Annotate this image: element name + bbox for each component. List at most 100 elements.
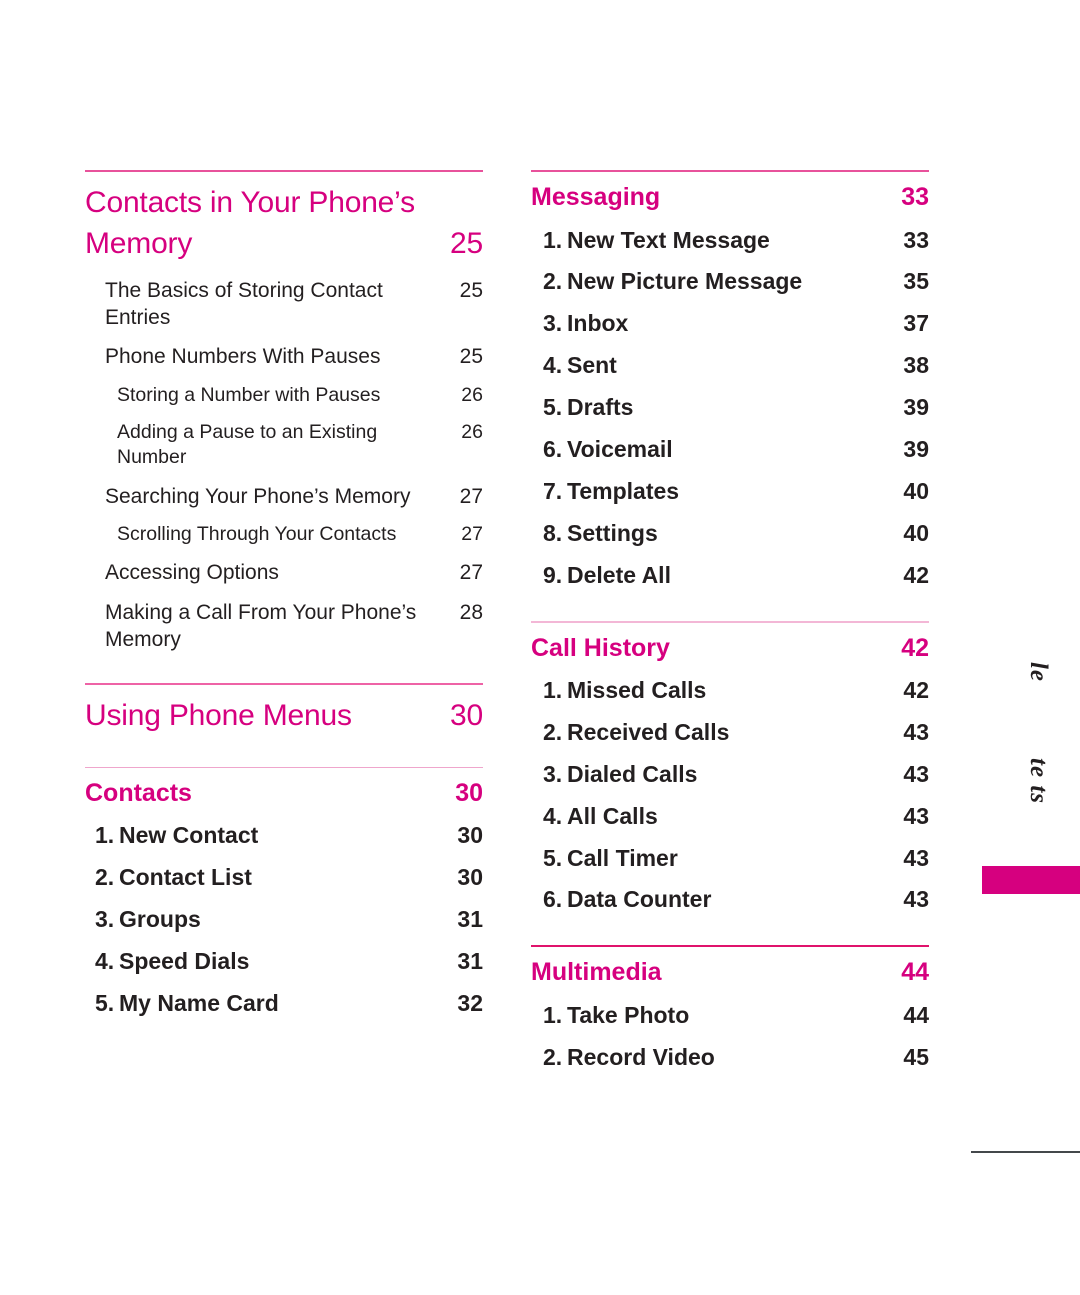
- toc-entry[interactable]: Accessing Options 27: [85, 559, 483, 586]
- toc-entry-page-number: 27: [461, 523, 483, 545]
- toc-entry-page-number: 26: [461, 383, 483, 406]
- toc-entry[interactable]: 4. Speed Dials 31: [85, 947, 483, 977]
- thumb-tab-label-lower: te ts: [1025, 758, 1052, 804]
- toc-entry-number: 3.: [543, 310, 563, 337]
- toc-entry-label: Searching Your Phone’s Memory: [105, 484, 411, 508]
- toc-entry-number: 5.: [543, 394, 563, 421]
- toc-entry-number: 1.: [95, 822, 115, 849]
- toc-entry-label: Scrolling Through Your Contacts: [117, 523, 397, 545]
- toc-entry-label: Making a Call From Your Phone’s Memory: [105, 600, 417, 651]
- toc-entry-number: 3.: [95, 905, 115, 932]
- toc-entry[interactable]: 1. New Contact 30: [85, 821, 483, 851]
- toc-entry[interactable]: 3. Inbox 37: [531, 309, 929, 339]
- toc-entry[interactable]: 2. Record Video 45: [531, 1043, 929, 1073]
- toc-entry[interactable]: 1. Missed Calls 42: [531, 676, 929, 706]
- toc-entry-page-number: 38: [903, 352, 929, 379]
- toc-entry-label: Adding a Pause to an Existing Number: [117, 421, 378, 469]
- toc-entry-text: Dialed Calls: [567, 760, 698, 787]
- toc-entry[interactable]: Adding a Pause to an Existing Number 26: [85, 420, 483, 471]
- toc-entry[interactable]: 1. New Text Message 33: [531, 226, 929, 256]
- toc-entry-page-number: 33: [903, 226, 929, 253]
- toc-entry-text: Templates: [567, 477, 680, 504]
- toc-entry-label: 5. My Name Card: [95, 989, 439, 1019]
- toc-entry-page-number: 40: [903, 519, 929, 546]
- chapter-page-number: 30: [450, 699, 483, 733]
- toc-entry-text: Voicemail: [567, 435, 673, 462]
- section-title: Call History: [531, 633, 670, 662]
- toc-entry-text: Delete All: [567, 561, 671, 588]
- toc-entry[interactable]: 7. Templates 40: [531, 477, 929, 507]
- toc-entry-text: Contact List: [119, 864, 252, 891]
- toc-entry-page-number: 31: [457, 947, 483, 974]
- section-page-number: 44: [901, 958, 929, 987]
- toc-entry[interactable]: 4. Sent 38: [531, 351, 929, 381]
- toc-entry-number: 2.: [543, 268, 563, 295]
- toc-entry[interactable]: 5. Drafts 39: [531, 393, 929, 423]
- toc-entry-number: 4.: [543, 802, 563, 829]
- toc-entry-text: All Calls: [567, 802, 658, 829]
- toc-entry-text: Inbox: [567, 310, 629, 337]
- toc-entry[interactable]: 4. All Calls 43: [531, 802, 929, 832]
- toc-entry-number: 5.: [543, 844, 563, 871]
- toc-group: Messaging 33 1. New Text Message 33 2. New Pic…: [531, 170, 929, 591]
- toc-entry-page-number: 43: [903, 844, 929, 871]
- toc-entry-page-number: 43: [903, 760, 929, 787]
- toc-entry-text: New Text Message: [567, 226, 770, 253]
- section-title: Multimedia: [531, 958, 662, 987]
- toc-entry-label: 2. Contact List: [95, 863, 439, 893]
- toc-entry-page-number: 39: [903, 394, 929, 421]
- toc-entry-number: 1.: [543, 226, 563, 253]
- toc-entry[interactable]: 9. Delete All 42: [531, 561, 929, 591]
- toc-entry-label: 3. Dialed Calls: [543, 760, 885, 790]
- toc-group: Using Phone Menus 30: [85, 683, 483, 736]
- toc-entry-page-number: 42: [903, 677, 929, 704]
- toc-entry[interactable]: 5. My Name Card 32: [85, 989, 483, 1019]
- toc-entry[interactable]: Searching Your Phone’s Memory 27: [85, 483, 483, 510]
- toc-entry[interactable]: Making a Call From Your Phone’s Memory 28: [85, 599, 483, 654]
- toc-entry[interactable]: 3. Dialed Calls 43: [531, 760, 929, 790]
- toc-entry-page-number: 43: [903, 886, 929, 913]
- toc-entry[interactable]: 5. Call Timer 43: [531, 844, 929, 874]
- toc-entry[interactable]: Scrolling Through Your Contacts 27: [85, 522, 483, 547]
- toc-entry-label: 6. Data Counter: [543, 885, 885, 915]
- toc-entry[interactable]: 6. Voicemail 39: [531, 435, 929, 465]
- toc-entry-page-number: 31: [457, 905, 483, 932]
- chapter-page-number: 25: [450, 227, 483, 261]
- toc-entry-page-number: 39: [903, 435, 929, 462]
- toc-entry-number: 5.: [95, 989, 115, 1016]
- section-title: Contacts: [85, 778, 192, 807]
- section-heading: Multimedia 44: [531, 947, 929, 989]
- toc-entry-number: 2.: [95, 864, 115, 891]
- toc-entry[interactable]: 3. Groups 31: [85, 905, 483, 935]
- chapter-title: Using Phone Menus: [85, 699, 352, 733]
- toc-entry-text: Take Photo: [567, 1001, 690, 1028]
- toc-entry-label: Accessing Options: [105, 561, 279, 585]
- toc-entry[interactable]: 1. Take Photo 44: [531, 1001, 929, 1031]
- toc-entry-text: Drafts: [567, 394, 634, 421]
- toc-entry-text: Missed Calls: [567, 677, 707, 704]
- toc-entry-page-number: 37: [903, 310, 929, 337]
- toc-entry[interactable]: 2. Received Calls 43: [531, 718, 929, 748]
- toc-entry-page-number: 40: [903, 477, 929, 504]
- toc-entry[interactable]: 6. Data Counter 43: [531, 885, 929, 915]
- toc-entry-number: 3.: [543, 760, 563, 787]
- toc-entry[interactable]: Storing a Number with Pauses 26: [85, 383, 483, 408]
- toc-entry-number: 1.: [543, 677, 563, 704]
- section-title: Messaging: [531, 183, 661, 211]
- toc-group: Contacts in Your Phone’s Memory 25 The Bas…: [85, 170, 483, 653]
- toc-page: Contacts in Your Phone’s Memory 25 The Bas…: [0, 0, 1080, 1295]
- toc-entry-page-number: 35: [903, 268, 929, 295]
- toc-entry[interactable]: 2. New Picture Message 35: [531, 267, 929, 297]
- toc-entry-label: 2. Received Calls: [543, 718, 885, 748]
- toc-entry-text: My Name Card: [119, 989, 279, 1016]
- toc-entry-text: Speed Dials: [119, 947, 250, 974]
- toc-entry[interactable]: 2. Contact List 30: [85, 863, 483, 893]
- toc-entry-text: Groups: [119, 905, 201, 932]
- bottom-edge-rule: [971, 1151, 1080, 1153]
- toc-entry[interactable]: 8. Settings 40: [531, 519, 929, 549]
- chapter-heading: Using Phone Menus 30: [85, 685, 483, 736]
- toc-entry-number: 2.: [543, 718, 563, 745]
- toc-entry-label: 2. Record Video: [543, 1043, 885, 1073]
- toc-entry[interactable]: Phone Numbers With Pauses 25: [85, 343, 483, 370]
- toc-entry[interactable]: The Basics of Storing Contact Entries 25: [85, 277, 483, 332]
